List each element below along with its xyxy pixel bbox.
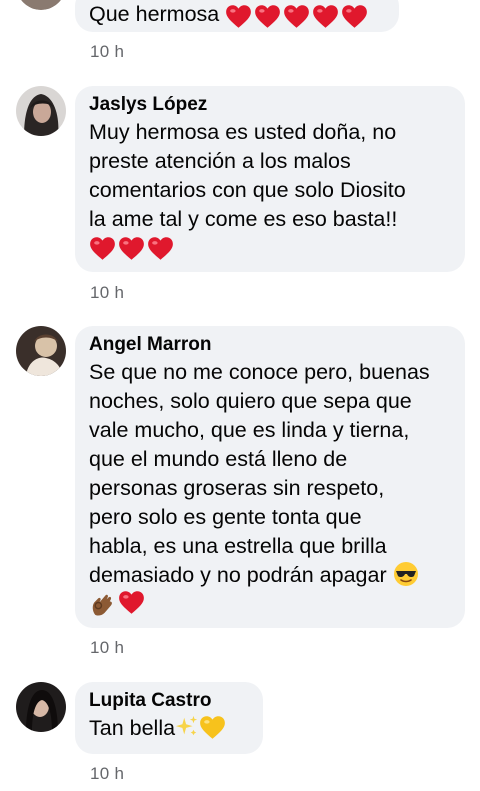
avatar[interactable] [16,0,66,10]
heart-emoji-icon [119,237,144,260]
heart-emoji-icon [313,5,339,29]
comment-author[interactable]: Lupita Castro [89,690,249,712]
comment-bubble: Que hermosa [75,0,399,32]
avatar[interactable] [16,86,66,136]
heart-emoji-icon [90,237,115,260]
emoji-row [89,236,174,261]
comment-timestamp[interactable]: 10 h [90,764,124,784]
ok-hand-emoji-icon [92,594,112,616]
comment-timestamp[interactable]: 10 h [90,42,124,62]
comment-text: Muy hermosa es usted doña, no preste ate… [89,120,406,231]
comment-bubble: Jaslys López Muy hermosa es usted doña, … [75,86,465,272]
yellow-heart-emoji-icon [200,716,225,739]
comment-text-body: Tan bella [89,716,176,740]
emoji-row [225,4,368,29]
comment-author[interactable]: Jaslys López [89,94,451,116]
comment-text-body: Se que no me conoce pero, buenas noches,… [89,360,430,587]
avatar[interactable] [16,326,66,376]
comment-author[interactable]: Angel Marron [89,334,451,356]
comment-bubble: Lupita Castro Tan bella [75,682,263,754]
comments-feed: Que hermosa 10 h Jaslys López Muy hermos… [0,0,480,791]
comment-timestamp[interactable]: 10 h [90,283,124,303]
heart-emoji-icon [284,5,310,29]
sunglasses-face-emoji-icon [393,562,418,586]
emoji-row [89,590,145,617]
heart-emoji-icon [119,591,144,614]
avatar[interactable] [16,682,66,732]
comment-bubble: Angel Marron Se que no me conoce pero, b… [75,326,465,628]
comment-timestamp[interactable]: 10 h [90,638,124,658]
comment-text: Que hermosa [89,2,226,26]
comment-text: Se que no me conoce pero, buenas noches,… [89,358,451,590]
heart-emoji-icon [226,5,252,29]
sparkles-emoji-icon [176,715,198,736]
heart-emoji-icon [148,237,173,260]
heart-emoji-icon [342,5,368,29]
heart-emoji-icon [255,5,281,29]
comment-text: Tan bella [89,714,249,743]
